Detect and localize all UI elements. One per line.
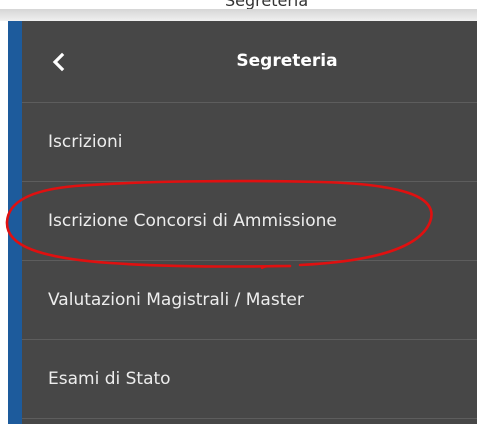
menu-title: Segreteria <box>236 51 338 71</box>
menu-item-esami-di-stato[interactable]: Esami di Stato <box>22 340 477 418</box>
menu-header: Segreteria <box>22 21 477 102</box>
menu-accent-bar <box>8 21 22 424</box>
menu-item-iscrizione-concorsi[interactable]: Iscrizione Concorsi di Ammissione <box>22 182 477 260</box>
menu-item-label: Iscrizione Concorsi di Ammissione <box>48 211 337 231</box>
menu-item-label: Valutazioni Magistrali / Master <box>48 290 304 310</box>
menu-item-label: Esami di Stato <box>48 369 171 389</box>
menu-item-valutazioni[interactable]: Valutazioni Magistrali / Master <box>22 261 477 339</box>
menu-divider <box>22 418 477 419</box>
menu-item-label: Iscrizioni <box>48 132 123 152</box>
header-shadow <box>0 9 477 21</box>
menu-item-iscrizioni[interactable]: Iscrizioni <box>22 103 477 181</box>
